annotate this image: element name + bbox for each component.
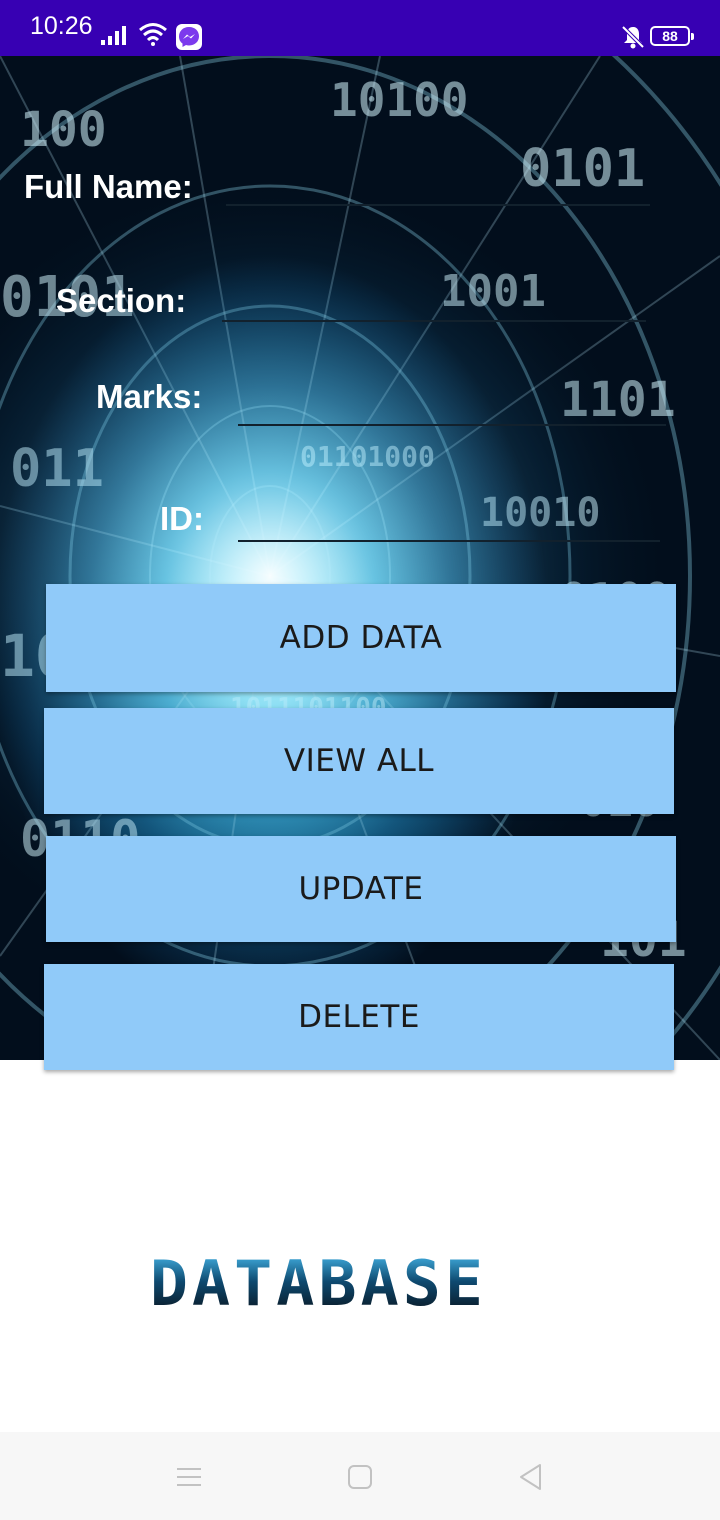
back-icon[interactable] (516, 1462, 546, 1492)
wifi-icon (139, 23, 167, 46)
notifications-off-icon (621, 25, 645, 49)
id-input[interactable] (238, 508, 660, 542)
marks-label: Marks: (96, 378, 203, 415)
status-time: 10:26 (30, 12, 93, 40)
signal-icon (101, 26, 126, 45)
section-label: Section: (56, 282, 187, 319)
view-all-button[interactable]: VIEW ALL (44, 708, 674, 814)
update-button[interactable]: UPDATE (46, 836, 676, 942)
battery-icon: 88 (650, 26, 694, 46)
delete-button[interactable]: DELETE (44, 964, 674, 1070)
id-label: ID: (160, 500, 204, 537)
full-name-label: Full Name: (24, 168, 193, 205)
status-bar: 10:26 88 (0, 0, 720, 56)
messenger-icon (176, 24, 202, 50)
home-icon[interactable] (345, 1462, 375, 1492)
full-name-input[interactable] (226, 172, 650, 206)
database-logo: DATABASE (150, 1253, 574, 1315)
add-data-button[interactable]: ADD DATA (46, 584, 676, 692)
menu-icon[interactable] (174, 1462, 204, 1492)
navigation-bar (0, 1432, 720, 1520)
section-input[interactable] (222, 288, 646, 322)
marks-input[interactable] (238, 392, 666, 426)
